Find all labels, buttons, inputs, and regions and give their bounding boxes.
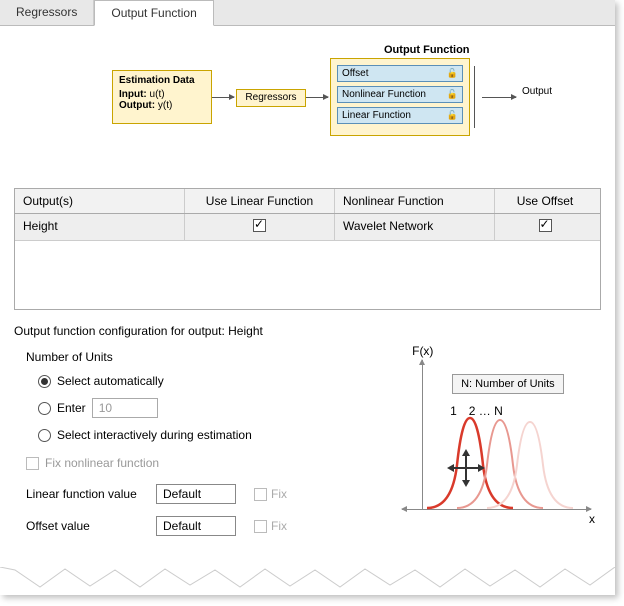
config-area: Number of Units Select automatically Ent… <box>14 350 601 548</box>
radio-interactive-row[interactable]: Select interactively during estimation <box>38 428 372 442</box>
config-left: Number of Units Select automatically Ent… <box>14 350 372 548</box>
offset-value-label: Offset value <box>26 519 146 533</box>
output-function-group: Offset 🔓 Nonlinear Function 🔓 Linear Funct… <box>330 58 470 136</box>
linear-block: Linear Function 🔓 <box>337 107 463 124</box>
use-offset-checkbox[interactable] <box>539 219 552 232</box>
diagram-ofn-title: Output Function <box>384 44 470 56</box>
sum-bar <box>474 66 475 128</box>
fix-nonlinear-label: Fix nonlinear function <box>45 456 159 470</box>
linear-fix-label: Fix <box>271 487 287 501</box>
arrow-icon <box>306 97 328 98</box>
arrow-icon <box>482 97 516 98</box>
col-use-linear: Use Linear Function <box>185 189 335 213</box>
torn-edge-icon <box>0 567 615 595</box>
content-area: Output Function Estimation Data Input: u… <box>0 26 615 558</box>
units-input[interactable] <box>92 398 158 418</box>
est-title: Estimation Data <box>119 75 205 86</box>
table-row[interactable]: Height Wavelet Network <box>15 214 600 241</box>
tab-regressors[interactable]: Regressors <box>0 0 94 25</box>
linear-fix-checkbox <box>254 488 267 501</box>
col-nonlinear: Nonlinear Function <box>335 189 495 213</box>
linear-value-label: Linear function value <box>26 487 146 501</box>
panel: Regressors Output Function Output Functi… <box>0 0 615 595</box>
estimation-data-box: Estimation Data Input: u(t) Output: y(t) <box>112 70 212 124</box>
output-label: Output <box>522 86 552 97</box>
radio-auto-row[interactable]: Select automatically <box>38 374 372 388</box>
output-val: y(t) <box>158 100 172 111</box>
col-outputs: Output(s) <box>15 189 185 213</box>
unlock-icon: 🔓 <box>447 68 458 79</box>
offset-fix-checkbox <box>254 520 267 533</box>
units-group-title: Number of Units <box>26 350 372 364</box>
radio-auto-label: Select automatically <box>57 374 164 388</box>
linear-value-input[interactable] <box>156 484 236 504</box>
radio-enter[interactable] <box>38 402 51 415</box>
table-body-empty <box>15 241 600 309</box>
output-label: Output: <box>119 100 155 111</box>
offset-fix-label: Fix <box>271 519 287 533</box>
arrow-icon <box>212 97 234 98</box>
nonlinear-label: Nonlinear Function <box>342 89 426 100</box>
x-label: x <box>589 512 595 526</box>
table-header: Output(s) Use Linear Function Nonlinear … <box>15 189 600 214</box>
fix-nonlinear-checkbox <box>26 457 39 470</box>
regressors-box: Regressors <box>236 89 306 107</box>
tab-bar: Regressors Output Function <box>0 0 615 26</box>
radio-enter-label: Enter <box>57 401 86 415</box>
fx-label: F(x) <box>412 344 433 358</box>
offset-block: Offset 🔓 <box>337 65 463 82</box>
fix-nonlinear-row: Fix nonlinear function <box>26 456 372 470</box>
col-use-offset: Use Offset <box>495 189 595 213</box>
unlock-icon: 🔓 <box>447 89 458 100</box>
radio-enter-row[interactable]: Enter <box>38 398 372 418</box>
radio-auto[interactable] <box>38 375 51 388</box>
cell-nonlinear[interactable]: Wavelet Network <box>335 214 495 240</box>
input-val: u(t) <box>150 89 165 100</box>
units-plot: F(x) x N: Number of Units 1 2 … N <box>392 350 601 530</box>
linear-label: Linear Function <box>342 110 411 121</box>
offset-value-input[interactable] <box>156 516 236 536</box>
offset-label: Offset <box>342 68 369 79</box>
radio-interactive-label: Select interactively during estimation <box>57 428 252 442</box>
n-caption-box: N: Number of Units <box>452 374 564 394</box>
block-diagram: Output Function Estimation Data Input: u… <box>14 42 601 172</box>
outputs-table: Output(s) Use Linear Function Nonlinear … <box>14 188 601 310</box>
use-linear-checkbox[interactable] <box>253 219 266 232</box>
radio-interactive[interactable] <box>38 429 51 442</box>
move-arrows-icon <box>446 448 486 488</box>
cell-output: Height <box>15 214 185 240</box>
tab-output-function[interactable]: Output Function <box>94 0 213 26</box>
unlock-icon: 🔓 <box>447 110 458 121</box>
nonlinear-block: Nonlinear Function 🔓 <box>337 86 463 103</box>
linear-value-row: Linear function value Fix <box>26 484 372 504</box>
offset-value-row: Offset value Fix <box>26 516 372 536</box>
config-label: Output function configuration for output… <box>14 324 601 338</box>
input-label: Input: <box>119 89 147 100</box>
